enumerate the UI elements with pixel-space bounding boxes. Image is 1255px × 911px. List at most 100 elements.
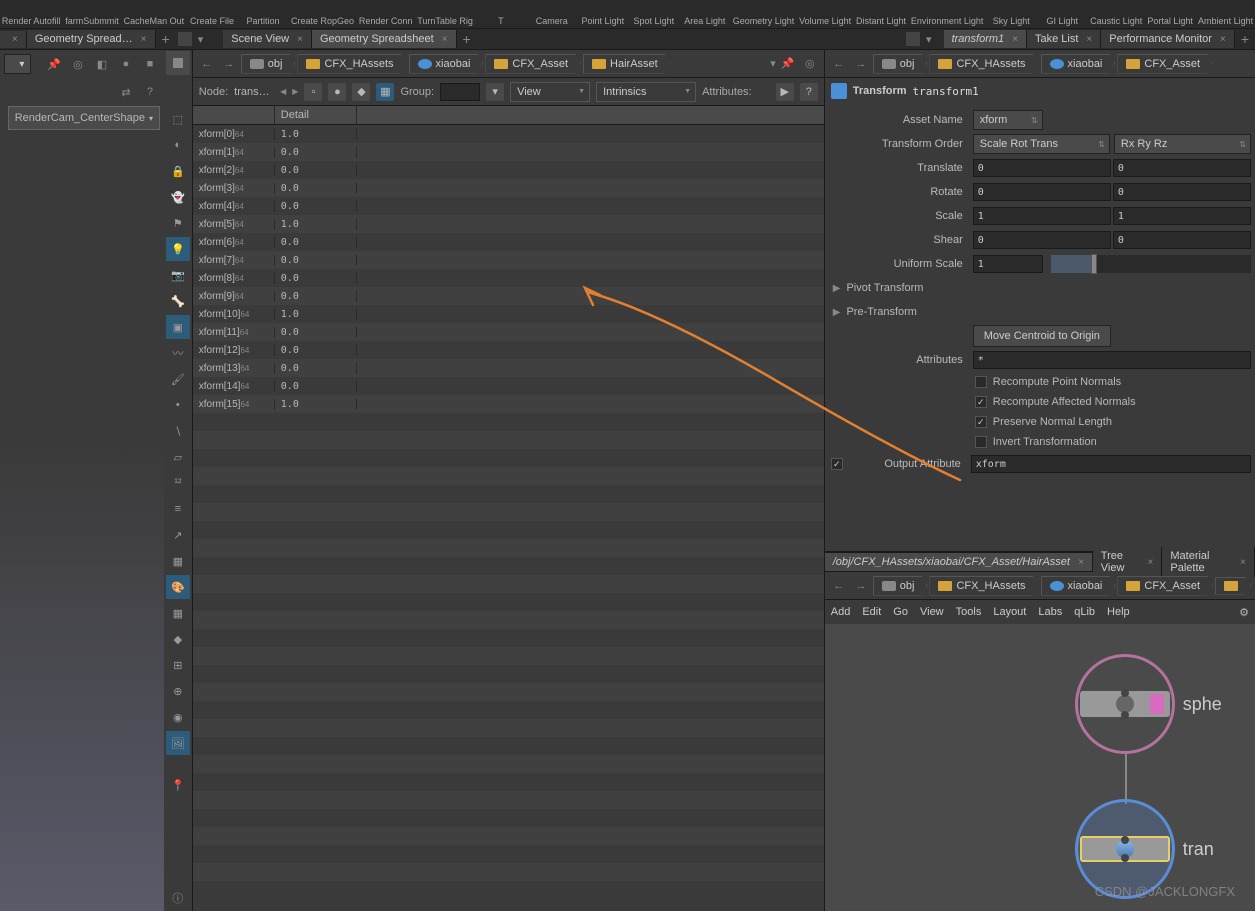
uv-icon[interactable]: ▦ [166, 549, 190, 573]
breadcrumb-more[interactable] [1215, 577, 1251, 595]
table-row[interactable]: xform[9]640.0 [193, 287, 824, 305]
scale-x-input[interactable] [973, 207, 1111, 225]
move-centroid-button[interactable]: Move Centroid to Origin [973, 325, 1111, 347]
shelf-item[interactable]: Caustic Light [1088, 17, 1144, 28]
tab-transform1[interactable]: transform1× [944, 30, 1027, 48]
rotate-y-input[interactable] [1113, 183, 1251, 201]
breadcrumb-cfx-hassets[interactable]: CFX_HAssets [929, 576, 1038, 596]
close-icon[interactable]: × [1012, 34, 1018, 45]
back-icon[interactable]: ← [829, 576, 849, 596]
translate-y-input[interactable] [1113, 159, 1251, 177]
close-icon[interactable]: × [141, 34, 147, 45]
camera-selector[interactable]: RenderCam_CenterShape ▾ [8, 106, 160, 130]
shelf-item[interactable]: Render Autofill [0, 17, 62, 28]
points-mode-icon[interactable]: ▫ [304, 83, 322, 101]
menu-labs[interactable]: Labs [1038, 606, 1062, 618]
breadcrumb-xiaobai[interactable]: xiaobai [1041, 576, 1116, 596]
shelf-item[interactable]: Ambient Light [1196, 17, 1255, 28]
prim-icon[interactable]: ▱ [166, 445, 190, 469]
square-icon[interactable]: ■ [140, 54, 160, 74]
shelf-item[interactable]: Partition [238, 17, 288, 28]
close-icon[interactable]: × [1078, 557, 1084, 568]
menu-qlib[interactable]: qLib [1074, 606, 1095, 618]
output-attr-toggle[interactable]: ✓ [831, 458, 843, 470]
tab-add-icon[interactable]: + [1235, 31, 1255, 47]
table-row[interactable]: xform[5]641.0 [193, 215, 824, 233]
wireframe-icon[interactable]: ⬚ [166, 107, 190, 131]
checkbox[interactable] [975, 436, 987, 448]
pre-transform-toggle[interactable]: ▶Pre-Transform [825, 300, 1255, 324]
target-icon[interactable]: ◎ [800, 54, 820, 74]
menu-tools[interactable]: Tools [956, 606, 982, 618]
close-icon[interactable]: × [297, 34, 303, 45]
node-sphere[interactable]: sphe [1075, 654, 1222, 754]
tab-add-icon[interactable]: + [156, 31, 176, 47]
group-select-icon[interactable]: ▾ [486, 83, 504, 101]
attributes-input[interactable] [973, 351, 1251, 369]
tab-unknown[interactable]: × [0, 31, 27, 48]
tab-network-path[interactable]: /obj/CFX_HAssets/xiaobai/CFX_Asset/HairA… [825, 553, 1093, 571]
table-row[interactable]: xform[8]640.0 [193, 269, 824, 287]
shelf-item[interactable]: Distant Light [854, 17, 908, 28]
chevron-down-icon[interactable]: ▾ [770, 57, 776, 70]
breadcrumb-cfx-asset[interactable]: CFX_Asset [1117, 576, 1213, 596]
chevron-left-icon[interactable]: ◀ [280, 87, 286, 96]
network-canvas[interactable]: sphe tran CSDN @JACKLONGFX [825, 624, 1255, 911]
origin-icon[interactable]: ⊕ [166, 679, 190, 703]
scale-y-input[interactable] [1113, 207, 1251, 225]
normal-icon[interactable]: ↗ [166, 523, 190, 547]
chevron-right-icon[interactable]: ▶ [292, 87, 298, 96]
menu-view[interactable]: View [920, 606, 944, 618]
breadcrumb-xiaobai[interactable]: xiaobai [409, 54, 484, 74]
target-icon[interactable]: ◎ [68, 54, 88, 74]
back-icon[interactable]: ← [197, 54, 217, 74]
help-icon[interactable]: ? [140, 82, 160, 102]
column-header-blank[interactable] [193, 106, 275, 124]
table-row[interactable]: xform[12]640.0 [193, 341, 824, 359]
viewport-3d[interactable] [0, 130, 164, 911]
transform-order-dropdown[interactable]: Scale Rot Trans⇅ [973, 134, 1110, 154]
cube-icon[interactable]: ◧ [92, 54, 112, 74]
output-attribute-input[interactable] [971, 455, 1251, 473]
back-icon[interactable]: ← [829, 54, 849, 74]
render-icon[interactable]: 🖼 [166, 731, 190, 755]
flag-icon[interactable]: ⚑ [166, 211, 190, 235]
breadcrumb-obj[interactable]: obj [873, 576, 928, 596]
tab-tree-view[interactable]: Tree View× [1093, 547, 1163, 577]
table-row[interactable]: xform[1]640.0 [193, 143, 824, 161]
shelf-item[interactable]: Point Light [578, 17, 628, 28]
lock-icon[interactable]: 🔒 [166, 159, 190, 183]
ghost-icon[interactable]: 👻 [166, 185, 190, 209]
uniform-scale-slider[interactable] [1051, 255, 1251, 273]
close-icon[interactable]: × [1148, 557, 1154, 568]
breadcrumb-obj[interactable]: obj [873, 54, 928, 74]
translate-x-input[interactable] [973, 159, 1111, 177]
table-row[interactable]: xform[4]640.0 [193, 197, 824, 215]
view-dropdown[interactable]: View [510, 82, 590, 102]
pane-menu-icon[interactable] [906, 32, 920, 46]
tab-geometry-spreadsheet-left[interactable]: Geometry Spread…× [27, 30, 156, 48]
shaded-icon[interactable]: ◐ [166, 133, 190, 157]
shelf-item[interactable]: Sky Light [986, 17, 1036, 28]
checkbox[interactable] [975, 376, 987, 388]
table-row[interactable]: xform[3]640.0 [193, 179, 824, 197]
breadcrumb-cfx-hassets[interactable]: CFX_HAssets [297, 54, 406, 74]
chevron-down-icon[interactable]: ▾ [922, 33, 936, 46]
shelf-item[interactable]: farmSubmmit [63, 17, 120, 28]
dot-icon[interactable]: ● [116, 54, 136, 74]
table-row[interactable]: xform[15]641.0 [193, 395, 824, 413]
breadcrumb-cfx-hassets[interactable]: CFX_HAssets [929, 54, 1038, 74]
display-option-icon[interactable] [166, 51, 190, 75]
tab-take-list[interactable]: Take List× [1027, 30, 1101, 48]
uniform-scale-input[interactable] [973, 255, 1043, 273]
menu-layout[interactable]: Layout [993, 606, 1026, 618]
shelf-item[interactable]: GI Light [1037, 17, 1087, 28]
forward-icon[interactable]: → [851, 54, 871, 74]
camera-icon[interactable]: 📷 [166, 263, 190, 287]
shelf-item[interactable]: CacheMan Out [122, 17, 186, 28]
pane-menu-icon[interactable] [178, 32, 192, 46]
menu-go[interactable]: Go [893, 606, 908, 618]
detail-mode-icon[interactable]: ▦ [376, 83, 394, 101]
breadcrumb-cfx-asset[interactable]: CFX_Asset [485, 54, 581, 74]
shelf-item[interactable]: T [476, 17, 526, 28]
